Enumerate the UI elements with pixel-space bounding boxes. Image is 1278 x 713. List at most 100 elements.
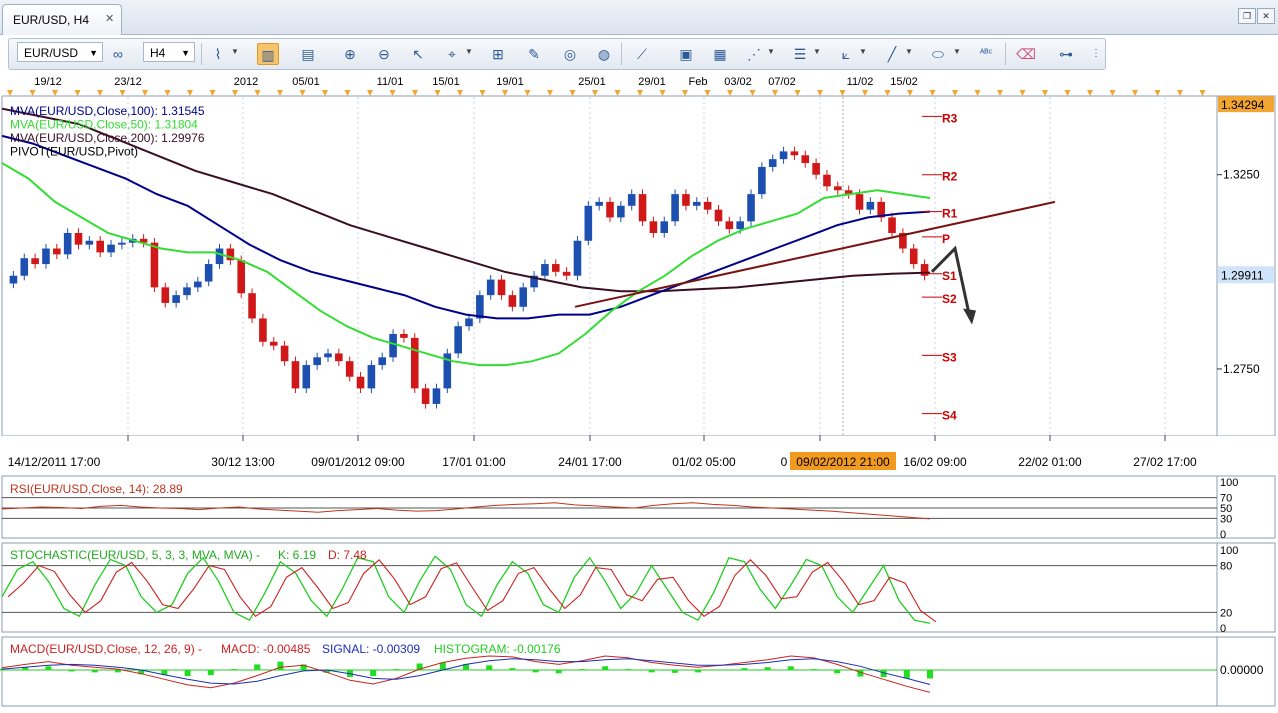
macd-histogram-bar <box>115 670 121 673</box>
ellipse-icon[interactable]: ⬭ <box>927 43 949 65</box>
top-date-label: 2012 <box>234 76 258 88</box>
macd-histogram-bar <box>68 670 75 672</box>
zoom-out-icon[interactable]: ⊖ <box>373 43 395 65</box>
bottom-date-label: 17/01 01:00 <box>442 455 506 469</box>
macd-histogram-bar <box>903 670 910 679</box>
chevron-down-icon[interactable]: ▼ <box>953 47 961 56</box>
candle-down <box>703 201 712 210</box>
restore-window-icon[interactable]: ❐ <box>1238 8 1256 24</box>
globe-icon[interactable]: ◍ <box>593 43 615 65</box>
macd-histogram-bar <box>184 670 191 677</box>
candle-up <box>107 244 115 253</box>
candle-down <box>562 271 571 276</box>
macd-histogram-bar <box>486 665 493 671</box>
price-tick-label: 1.3250 <box>1223 168 1260 182</box>
bottom-date-label: 16/02 09:00 <box>903 455 967 469</box>
macd-axis-label: 0.00000 <box>1220 663 1264 677</box>
crosshair-icon[interactable]: ⌖ <box>441 43 463 65</box>
timeframe-select[interactable]: H4 ▼ <box>143 42 195 62</box>
chevron-down-icon[interactable]: ▼ <box>859 47 867 56</box>
tab-close-icon[interactable]: ✕ <box>105 12 114 25</box>
ruler-icon[interactable]: ⟋ <box>631 43 653 65</box>
bottom-date-label: 24/01 17:00 <box>558 455 622 469</box>
candle-up <box>85 240 94 245</box>
pivot-label-r2: R2 <box>942 170 958 184</box>
candle-down <box>888 217 896 233</box>
top-date-label: 05/01 <box>292 76 320 88</box>
bottom-date-label: 30/12 13:00 <box>211 455 275 469</box>
candle-up <box>768 159 777 167</box>
chart-tab[interactable]: EUR/USD, H4 ✕ <box>2 4 122 35</box>
chart-canvas[interactable]: 19/12 23/12 2012 05/01 11/01 15/01 19/01 25/01 2… <box>0 70 1278 713</box>
candle-up <box>183 287 191 296</box>
candle-up <box>866 201 875 210</box>
macd-histogram-bar <box>45 666 52 671</box>
candle-up <box>378 357 387 366</box>
candle-up <box>692 201 701 206</box>
crosshair-time-label: 09/02/2012 21:00 <box>796 455 890 469</box>
top-date-label: 19/12 <box>34 76 62 88</box>
candle-down <box>269 341 278 346</box>
candle-down <box>335 353 343 362</box>
text-icon[interactable]: ᴬᴮᶜ <box>975 43 997 65</box>
top-date-label: 11/01 <box>377 76 404 88</box>
edit-icon[interactable]: ✎ <box>523 43 545 65</box>
candle-up <box>204 264 213 282</box>
candle-down <box>638 194 647 222</box>
symbol-select[interactable]: EUR/USD ▼ <box>17 42 103 62</box>
bottom-date-label: 22/02 01:00 <box>1018 455 1082 469</box>
chevron-down-icon[interactable]: ▼ <box>767 47 775 56</box>
eraser-icon[interactable]: ⌫ <box>1015 43 1037 65</box>
macd-signal-value: SIGNAL: -0.00309 <box>322 642 420 656</box>
candle-up <box>172 295 180 303</box>
hide-icon[interactable]: ◎ <box>559 43 581 65</box>
bar-chart-icon[interactable]: ▥ <box>257 43 279 65</box>
macd-histogram-bar <box>764 667 771 671</box>
macd-histogram-bar <box>927 670 933 679</box>
rsi-axis-label: 100 <box>1220 477 1238 489</box>
candle-up <box>617 205 625 218</box>
rsi-axis-label: 0 <box>1220 529 1226 541</box>
candle-down <box>606 201 614 218</box>
close-window-icon[interactable]: ✕ <box>1257 8 1275 24</box>
price-axis <box>1216 95 1276 437</box>
toolbar-separator <box>1005 43 1006 65</box>
candle-up <box>486 279 495 296</box>
candle-down <box>259 318 267 342</box>
hline-icon[interactable]: ☰ <box>789 43 811 65</box>
chart-toolbar: EUR/USD ▼ ∞ H4 ▼ ⌇ ▼ ▥ ▤ ⊕ ⊖ ↖ ⌖ ▼ ⊞ ✎ ◎… <box>8 38 1106 70</box>
candle-down <box>421 388 430 404</box>
macd-histogram-bar <box>509 668 516 671</box>
zoom-in-icon[interactable]: ⊕ <box>339 43 361 65</box>
chevron-down-icon[interactable]: ▼ <box>905 47 913 56</box>
trendline-icon[interactable]: ⋰ <box>743 43 765 65</box>
candle-chart-icon[interactable]: ▤ <box>297 43 319 65</box>
candle-down <box>150 242 159 288</box>
toolbar-separator <box>201 43 202 65</box>
candle-down <box>714 209 723 222</box>
macd-histogram-bar <box>231 669 237 671</box>
draw-line-icon[interactable]: ╱ <box>881 43 903 65</box>
toolbar-overflow-icon[interactable]: ⋮ <box>1085 43 1107 65</box>
top-date-label: 29/01 <box>638 76 666 88</box>
cursor-icon[interactable]: ↖ <box>407 43 429 65</box>
chart-type-icon[interactable]: ⌇ <box>207 43 229 65</box>
top-date-label: Feb <box>689 76 708 88</box>
candle-up <box>313 357 321 366</box>
macd-histogram-bar <box>718 670 725 671</box>
chevron-down-icon[interactable]: ▼ <box>465 47 473 56</box>
image-icon[interactable]: ▣ <box>675 43 697 65</box>
macd-histogram-bar <box>91 670 98 673</box>
fib-icon[interactable]: ⟀ <box>835 43 857 65</box>
chevron-down-icon[interactable]: ▼ <box>813 47 821 56</box>
chevron-down-icon: ▼ <box>89 48 98 58</box>
macd-histogram-bar <box>207 670 214 676</box>
template-icon[interactable]: ▦ <box>709 43 731 65</box>
objects-icon[interactable]: ⊶ <box>1055 43 1077 65</box>
candle-down <box>909 248 918 265</box>
chevron-down-icon[interactable]: ▼ <box>231 47 239 56</box>
indicator-icon[interactable]: ⊞ <box>487 43 509 65</box>
link-icon[interactable]: ∞ <box>107 43 129 65</box>
candle-up <box>465 318 473 327</box>
macd-histogram-bar <box>625 669 632 671</box>
